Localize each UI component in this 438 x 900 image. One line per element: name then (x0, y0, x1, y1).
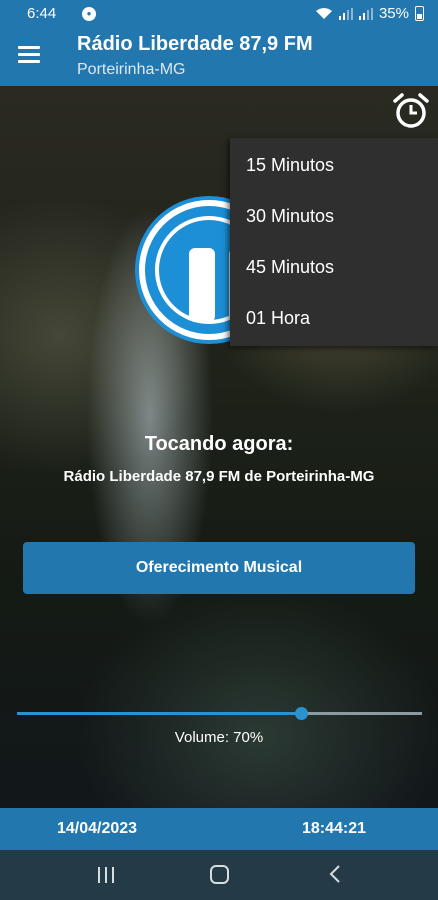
app-notification-icon: ● (82, 7, 96, 21)
offer-music-button[interactable]: Oferecimento Musical (23, 542, 415, 594)
status-icons: 35% (315, 5, 424, 22)
timer-option-60[interactable]: 01 Hora (246, 308, 310, 329)
navigation-bar (0, 850, 438, 900)
back-icon[interactable] (328, 864, 342, 884)
pause-icon (189, 248, 215, 322)
timer-option-15[interactable]: 15 Minutos (246, 155, 334, 176)
footer-date: 14/04/2023 (57, 820, 138, 837)
app-subtitle: Porteirinha-MG (77, 61, 186, 78)
alarm-clock-icon[interactable] (393, 92, 429, 130)
home-icon[interactable] (210, 865, 229, 884)
sleep-timer-menu: 15 Minutos 30 Minutos 45 Minutos 01 Hora (230, 138, 438, 346)
signal-icon (358, 7, 373, 20)
volume-slider-fill (17, 712, 301, 715)
signal-icon (338, 7, 353, 20)
recent-apps-icon[interactable] (98, 867, 116, 883)
now-playing-info: Rádio Liberdade 87,9 FM de Porteirinha-M… (63, 468, 375, 485)
now-playing-label: Tocando agora: (144, 433, 294, 455)
battery-percentage: 35% (378, 5, 409, 22)
timer-option-30[interactable]: 30 Minutos (246, 206, 334, 227)
volume-label: Volume: 70% (174, 729, 264, 746)
volume-slider-thumb[interactable] (294, 707, 308, 720)
timer-option-45[interactable]: 45 Minutos (246, 257, 334, 278)
footer-time: 18:44:21 (302, 820, 367, 837)
battery-icon (415, 6, 424, 21)
status-time: 6:44 (27, 5, 57, 22)
volume-slider[interactable] (17, 707, 422, 720)
hamburger-menu-icon[interactable] (18, 46, 40, 64)
status-bar: 6:44 ● 35% (0, 0, 438, 28)
wifi-icon (315, 8, 332, 19)
app-bar: Rádio Liberdade 87,9 FM Porteirinha-MG (0, 28, 438, 86)
app-title: Rádio Liberdade 87,9 FM (77, 33, 313, 55)
footer-bar: 14/04/2023 18:44:21 (0, 808, 438, 850)
